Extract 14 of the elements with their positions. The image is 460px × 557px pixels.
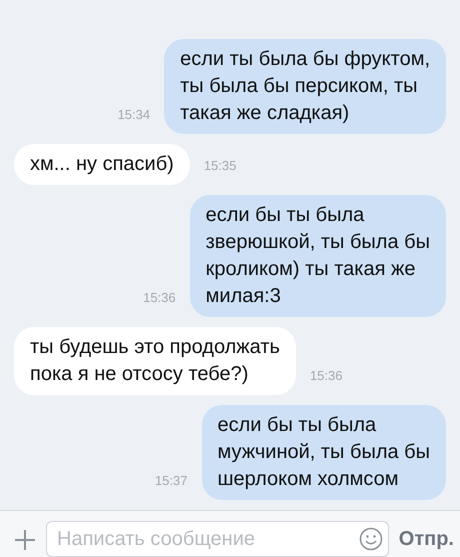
message-time: 15:35 <box>204 158 236 175</box>
send-button[interactable]: Отпр. <box>398 528 454 550</box>
message-bubble: хм... ну спасиб) <box>14 144 190 185</box>
message-time: 15:37 <box>154 473 188 490</box>
plus-icon[interactable] <box>14 529 36 551</box>
message-bubble: если бы ты была мужчиной, ты была бы шерлоком холмсом <box>202 405 446 500</box>
smiley-icon[interactable] <box>358 527 383 551</box>
message-time: 15:34 <box>118 107 150 124</box>
message-bubble: ты будешь это продолжать пока я не отсосу тебе?) <box>14 327 296 395</box>
message-bubble: если ты была бы фруктом, ты была бы персиком, ты такая же сладкая) <box>164 39 446 134</box>
message-time: 15:36 <box>143 290 176 307</box>
message-field[interactable]: Написать сообщение <box>46 521 389 557</box>
message-time: 15:36 <box>310 368 342 385</box>
message-bubble: если бы ты была зверюшкой, ты была бы кроликом) ты такая же милая:3 <box>190 195 446 317</box>
